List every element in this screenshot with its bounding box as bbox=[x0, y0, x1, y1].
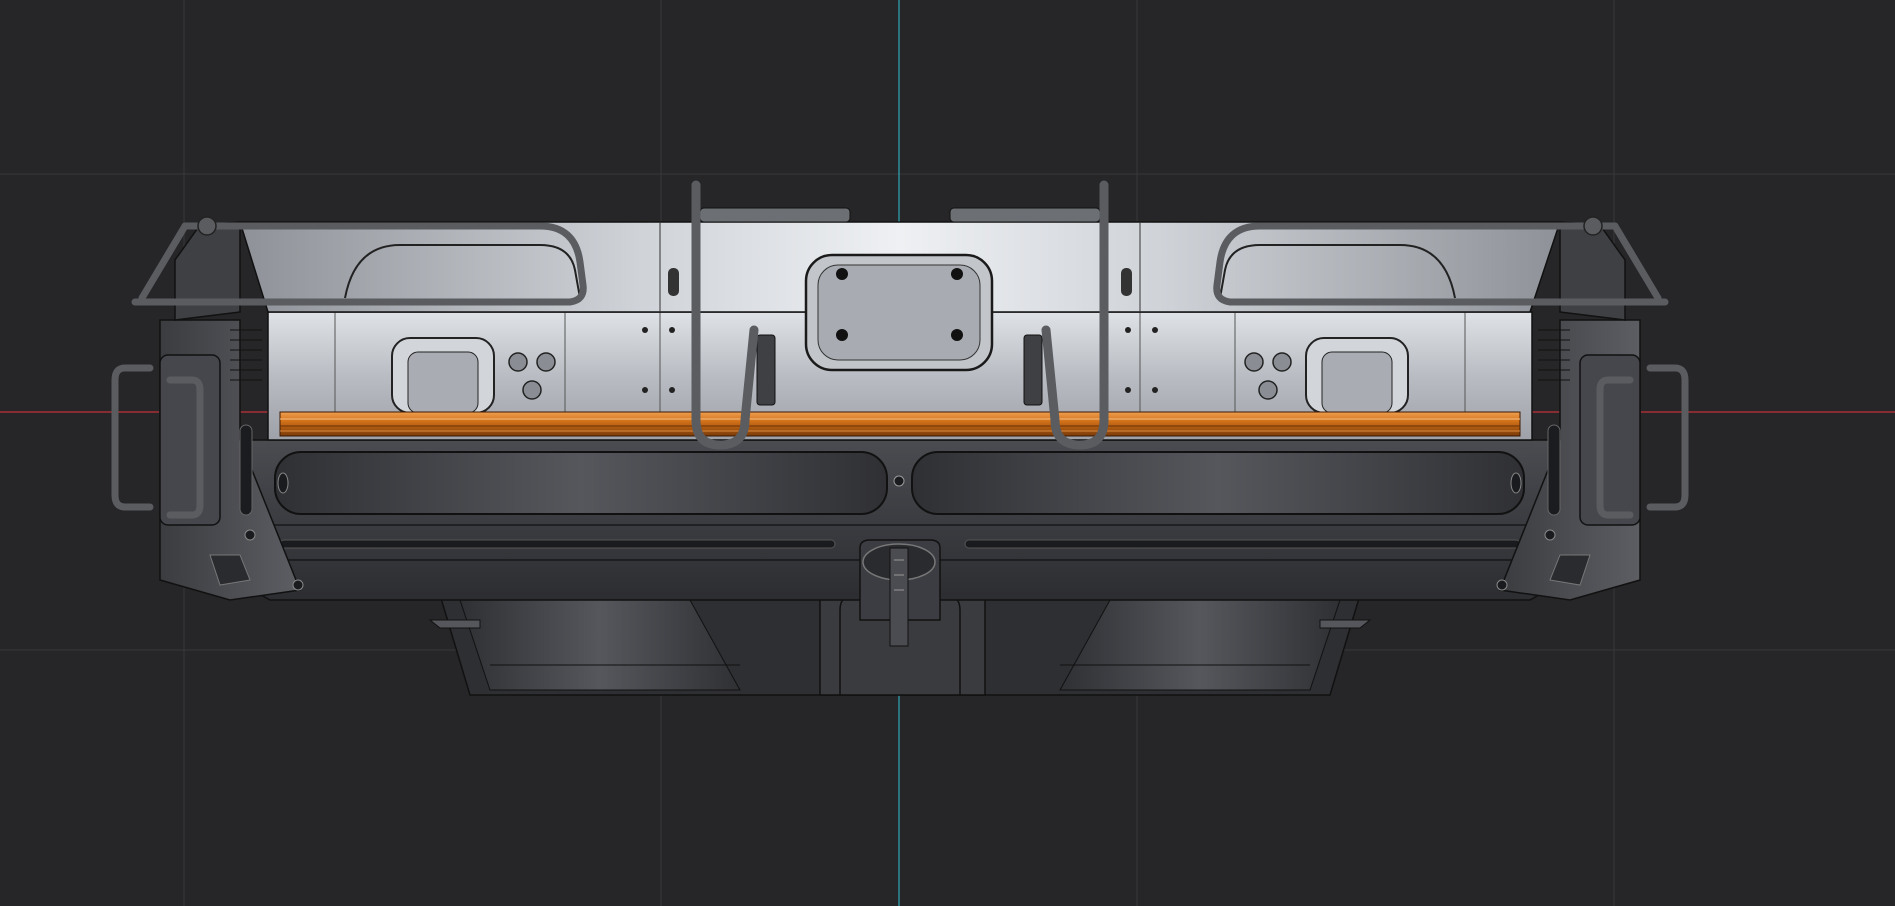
viewport-canvas[interactable] bbox=[0, 0, 1895, 906]
crate-model[interactable] bbox=[111, 180, 1689, 696]
accent-strip bbox=[279, 411, 1521, 437]
3d-viewport[interactable] bbox=[0, 0, 1895, 906]
lower-body bbox=[234, 439, 1566, 647]
